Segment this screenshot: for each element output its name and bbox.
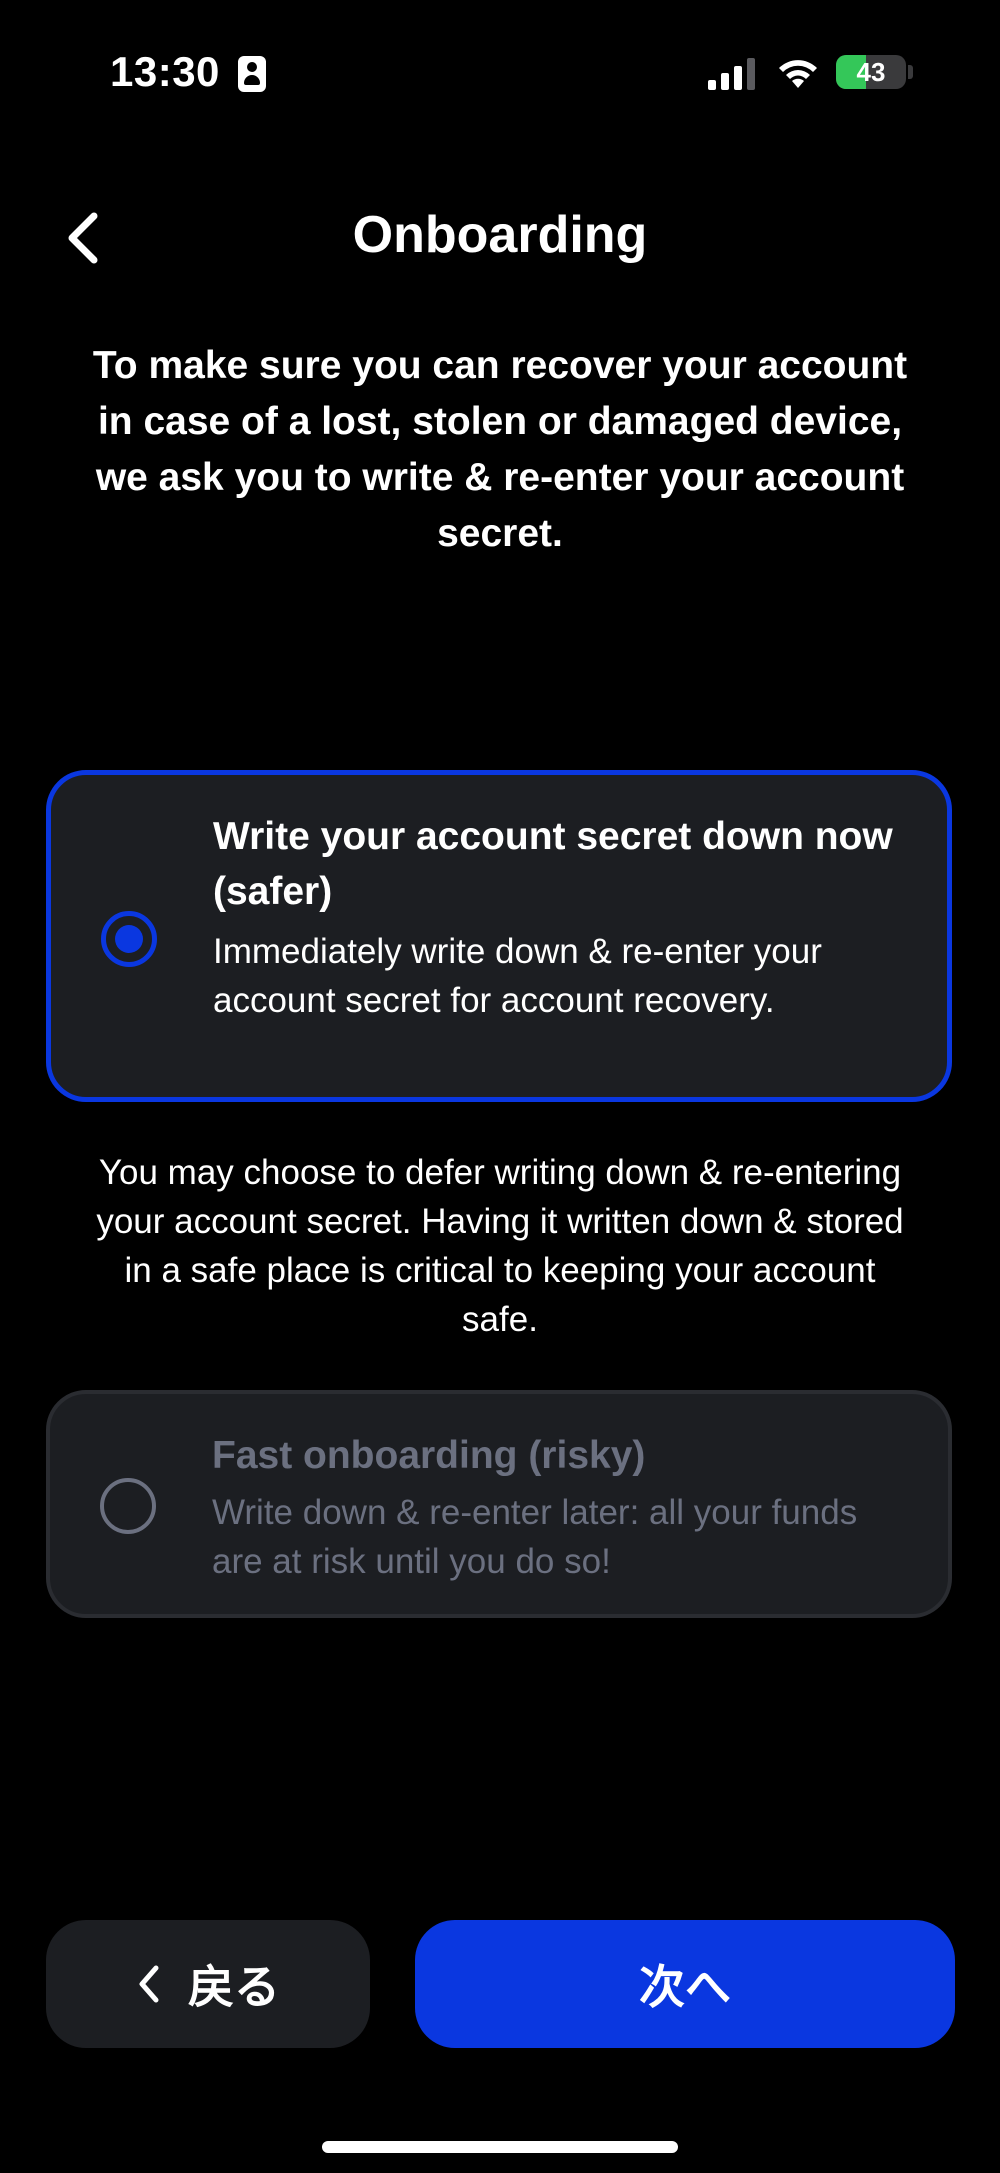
- intro-text: To make sure you can recover your accoun…: [92, 344, 908, 555]
- battery-level: 43: [856, 57, 886, 87]
- wifi-icon: [779, 60, 817, 88]
- next-button-label: 次へ: [639, 1960, 731, 2014]
- battery-icon: 43: [836, 55, 906, 89]
- defer-note: You may choose to defer writing down & r…: [96, 1153, 904, 1339]
- contact-card-icon: [238, 56, 266, 92]
- chevron-left-icon: [139, 1965, 159, 2003]
- option-title: Write your account secret down now (safe…: [213, 815, 893, 913]
- option-title: Fast onboarding (risky): [212, 1434, 646, 1477]
- page-title: Onboarding: [352, 206, 648, 264]
- status-time: 13:30: [110, 48, 220, 95]
- back-button[interactable]: 戻る: [46, 1920, 370, 2048]
- option-fast-onboarding[interactable]: Fast onboarding (risky) Write down & re-…: [46, 1390, 952, 1618]
- radio-selected-icon[interactable]: [101, 911, 157, 967]
- option-write-now[interactable]: Write your account secret down now (safe…: [46, 770, 952, 1102]
- next-button[interactable]: 次へ: [415, 1920, 955, 2048]
- cellular-signal-icon: [708, 58, 755, 90]
- home-indicator[interactable]: [322, 2141, 678, 2153]
- option-description: Immediately write down & re-enter your a…: [213, 932, 822, 1020]
- battery-cap: [908, 65, 913, 79]
- radio-unselected-icon[interactable]: [100, 1478, 156, 1534]
- option-description: Write down & re-enter later: all your fu…: [212, 1493, 858, 1581]
- status-bar: 13:30 43: [0, 0, 1000, 150]
- back-button-label: 戻る: [188, 1960, 280, 2014]
